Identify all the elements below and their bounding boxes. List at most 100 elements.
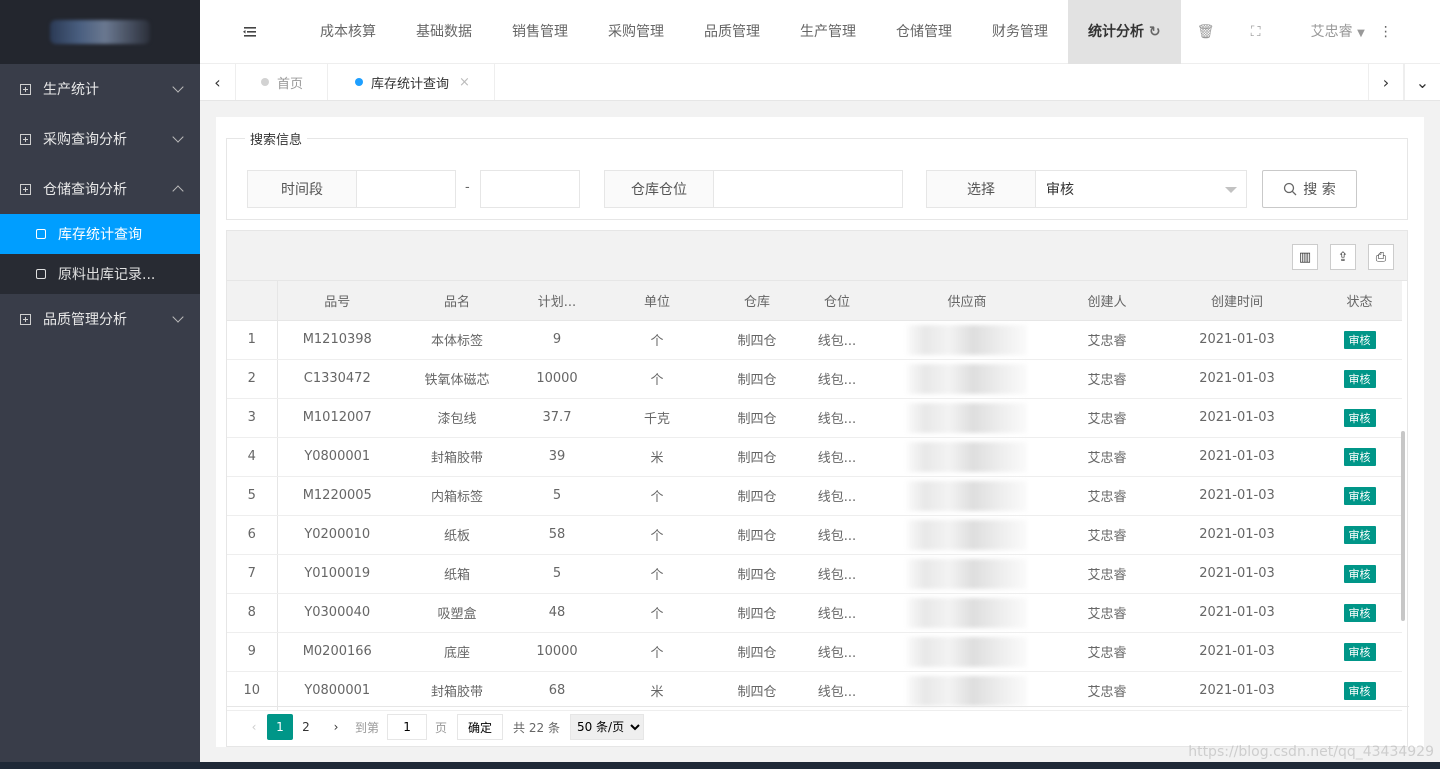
header-cell[interactable]: 仓库 xyxy=(717,281,797,321)
table-row[interactable]: 7 Y0100019 纸箱 5 个制四仓 线包... 艾忠睿 2021-01-03 审核 xyxy=(227,554,1402,594)
header-cell[interactable]: 品名 xyxy=(397,281,517,321)
status-cell[interactable]: 审核 xyxy=(1317,554,1402,594)
expand-icon xyxy=(20,83,31,95)
tab-scroll-right-icon[interactable]: › xyxy=(1368,64,1404,100)
chevron-down-icon xyxy=(172,131,184,143)
table-scrollbar[interactable] xyxy=(1401,431,1405,621)
table-row[interactable]: 8 Y0300040 吸塑盒 48 个制四仓 线包... 艾忠睿 2021-01-03 审核 xyxy=(227,593,1402,633)
submenu-label: 原料出库记录... xyxy=(58,267,156,283)
status-select[interactable]: 审核 xyxy=(1035,170,1247,208)
caret-down-icon: ▼ xyxy=(1357,27,1365,39)
location-input[interactable] xyxy=(713,170,903,208)
status-badge: 审核 xyxy=(1343,525,1376,544)
table-row[interactable]: 4 Y0800001 封箱胶带 39 米制四仓 线包... 艾忠睿 2021-01-03 审核 xyxy=(227,437,1402,477)
table-cell: 制四仓 xyxy=(717,398,797,438)
tab-menu-chevron-icon[interactable]: ⌄ xyxy=(1404,64,1440,100)
table-cell: 线包... xyxy=(797,593,877,633)
status-cell[interactable]: 审核 xyxy=(1317,671,1402,711)
nav-finance[interactable]: 财务管理 xyxy=(972,0,1068,64)
nav-purchase[interactable]: 采购管理 xyxy=(588,0,684,64)
table-cell: 2021-01-03 xyxy=(1157,515,1317,555)
fullscreen-icon[interactable]: ⛶ xyxy=(1231,0,1281,64)
table-cell: 漆包线 xyxy=(397,398,517,438)
print-icon[interactable]: ⎙ xyxy=(1368,244,1394,270)
os-taskbar xyxy=(0,762,1440,769)
nav-cost[interactable]: 成本核算 xyxy=(300,0,396,64)
nav-basic-data[interactable]: 基础数据 xyxy=(396,0,492,64)
goto-page-input[interactable] xyxy=(387,714,428,740)
table-cell: 5 xyxy=(227,476,278,516)
columns-filter-icon[interactable]: ▥ xyxy=(1292,244,1318,270)
nav-warehouse[interactable]: 仓储管理 xyxy=(876,0,972,64)
table-cell: 艾忠睿 xyxy=(1057,359,1157,399)
table-cell: 个 xyxy=(597,359,717,399)
chevron-up-icon xyxy=(172,185,184,197)
table-cell: 2021-01-03 xyxy=(1157,554,1317,594)
page-2[interactable]: 2 xyxy=(293,714,319,740)
page-size-select[interactable]: 50 条/页 xyxy=(569,714,644,740)
header-cell[interactable]: 计划... xyxy=(517,281,597,321)
status-cell[interactable]: 审核 xyxy=(1317,320,1402,360)
table-cell: 5 xyxy=(517,554,597,594)
status-cell[interactable]: 审核 xyxy=(1317,593,1402,633)
table-row[interactable]: 1 M1210398 本体标签 9 个制四仓 线包... 艾忠睿 2021-01-03 审核 xyxy=(227,320,1402,360)
status-cell[interactable]: 审核 xyxy=(1317,398,1402,438)
end-date-input[interactable] xyxy=(480,170,580,208)
status-cell[interactable]: 审核 xyxy=(1317,359,1402,399)
table-row[interactable]: 2 C1330472 铁氧体磁芯 10000 个制四仓 线包... 艾忠睿 2021-01-0… xyxy=(227,359,1402,399)
table-cell: Y0800001 xyxy=(277,437,397,477)
export-icon[interactable]: ⇪ xyxy=(1330,244,1356,270)
status-cell[interactable]: 审核 xyxy=(1317,476,1402,516)
table-row[interactable]: 3 M1012007 漆包线 37.7 千克 制四仓 线包... 艾忠睿 2021-01-03 审… xyxy=(227,398,1402,438)
refresh-icon[interactable]: ↻ xyxy=(1149,24,1161,40)
tab-close-icon[interactable]: × xyxy=(459,75,470,90)
header-cell[interactable]: 品号 xyxy=(277,281,397,321)
supplier-cell xyxy=(877,632,1057,672)
menu-production-stats[interactable]: 生产统计 xyxy=(0,64,200,114)
next-page-icon[interactable]: › xyxy=(323,714,349,740)
trash-icon[interactable]: 🗑 xyxy=(1181,0,1231,64)
menu-quality-analysis[interactable]: 品质管理分析 xyxy=(0,294,200,344)
header-cell[interactable]: 供应商 xyxy=(877,281,1057,321)
submenu-inventory-query[interactable]: 库存统计查询 xyxy=(0,214,200,254)
more-icon[interactable]: ⋮ xyxy=(1371,0,1401,64)
table-row[interactable]: 9 M0200166 底座 10000 个制四仓 线包... 艾忠睿 2021-01-03 审核 xyxy=(227,632,1402,672)
goto-confirm-button[interactable]: 确定 xyxy=(457,714,504,740)
user-menu[interactable]: 艾忠睿 ▼ xyxy=(1281,0,1371,64)
status-cell[interactable]: 审核 xyxy=(1317,632,1402,672)
table-cell: 制四仓 xyxy=(717,671,797,711)
header-cell[interactable]: 创建时间 xyxy=(1157,281,1317,321)
table-row[interactable]: 10 Y0800001 封箱胶带 68 米制四仓 线包... 艾忠睿 2021-01-03 审核 xyxy=(227,671,1402,711)
menu-label: 品质管理分析 xyxy=(43,312,127,328)
status-badge: 审核 xyxy=(1343,447,1376,466)
nav-production[interactable]: 生产管理 xyxy=(780,0,876,64)
total-count: 共 22 条 xyxy=(513,720,560,735)
start-date-input[interactable] xyxy=(356,170,456,208)
nav-sales[interactable]: 销售管理 xyxy=(492,0,588,64)
nav-quality[interactable]: 品质管理 xyxy=(684,0,780,64)
prev-page-icon[interactable]: ‹ xyxy=(241,714,267,740)
submenu-material-outbound[interactable]: 原料出库记录... xyxy=(0,254,200,294)
search-button[interactable]: 搜 索 xyxy=(1262,170,1357,208)
header-cell[interactable]: 仓位 xyxy=(797,281,877,321)
menu-purchase-analysis[interactable]: 采购查询分析 xyxy=(0,114,200,164)
header-cell[interactable]: 创建人 xyxy=(1057,281,1157,321)
menu-storage-analysis[interactable]: 仓储查询分析 xyxy=(0,164,200,214)
table-cell: M1210398 xyxy=(277,320,397,360)
table-cell: 艾忠睿 xyxy=(1057,593,1157,633)
header-cell[interactable]: 状态 xyxy=(1317,281,1402,321)
search-icon xyxy=(1284,182,1297,196)
status-cell[interactable]: 审核 xyxy=(1317,437,1402,477)
table-row[interactable]: 5 M1220005 内箱标签 5 个制四仓 线包... 艾忠睿 2021-01-03 审核 xyxy=(227,476,1402,516)
status-cell[interactable]: 审核 xyxy=(1317,515,1402,555)
tab-scroll-left-icon[interactable]: ‹ xyxy=(200,64,236,100)
status-badge: 审核 xyxy=(1343,486,1376,505)
menu-toggle-icon[interactable] xyxy=(200,0,300,64)
table-row[interactable]: 6 Y0200010 纸板 58 个制四仓 线包... 艾忠睿 2021-01-03 审核 xyxy=(227,515,1402,555)
nav-statistics[interactable]: 统计分析 ↻ xyxy=(1068,0,1181,64)
tab-home[interactable]: 首页 xyxy=(237,64,329,100)
header-cell[interactable]: 单位 xyxy=(597,281,717,321)
tab-inventory-query[interactable]: 库存统计查询 × xyxy=(331,64,495,100)
page-icon xyxy=(36,269,46,279)
page-1[interactable]: 1 xyxy=(267,714,293,740)
